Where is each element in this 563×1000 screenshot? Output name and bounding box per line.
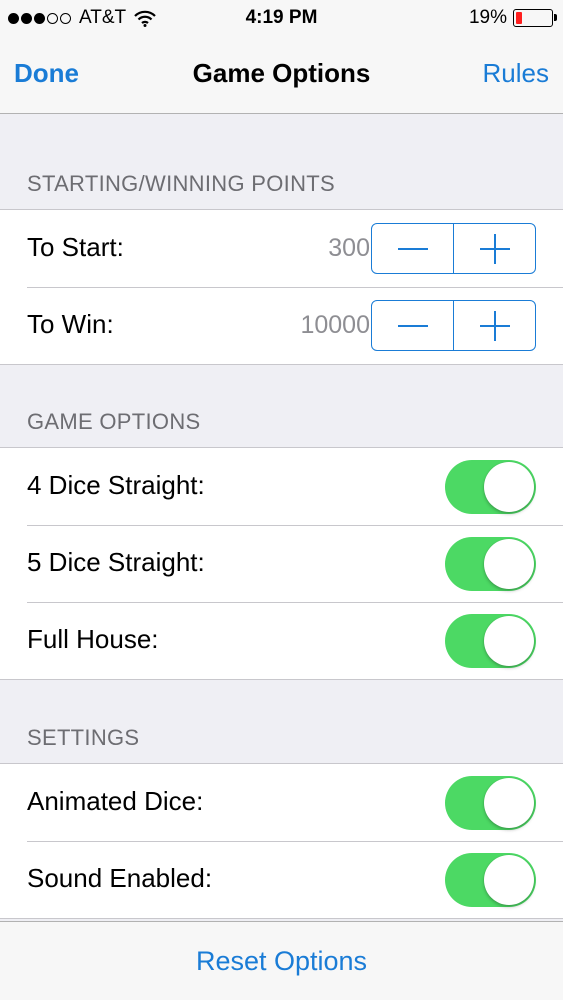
points-group: To Start: 300 To Win: 10000 bbox=[0, 209, 563, 365]
full-house-toggle[interactable] bbox=[445, 614, 536, 668]
four-dice-toggle[interactable] bbox=[445, 460, 536, 514]
four-dice-row: 4 Dice Straight: bbox=[0, 448, 563, 525]
sound-enabled-label: Sound Enabled: bbox=[27, 863, 213, 893]
navigation-bar: Done Game Options Rules bbox=[0, 38, 563, 114]
toggle-knob bbox=[484, 855, 534, 905]
section-header-points: STARTING/WINNING POINTS bbox=[27, 171, 335, 196]
five-dice-label: 5 Dice Straight: bbox=[27, 547, 205, 577]
animated-dice-row: Animated Dice: bbox=[0, 764, 563, 841]
game-options-group: 4 Dice Straight: 5 Dice Straight: Full H… bbox=[0, 447, 563, 680]
page-title: Game Options bbox=[192, 58, 371, 88]
rules-button[interactable]: Rules bbox=[483, 58, 549, 89]
to-win-stepper bbox=[371, 300, 536, 351]
five-dice-toggle[interactable] bbox=[445, 537, 536, 591]
five-dice-row: 5 Dice Straight: bbox=[0, 525, 563, 602]
bottom-toolbar: Reset Options bbox=[0, 921, 563, 1000]
to-win-increment-button[interactable] bbox=[453, 301, 535, 350]
toggle-knob bbox=[484, 539, 534, 589]
to-start-stepper bbox=[371, 223, 536, 274]
four-dice-label: 4 Dice Straight: bbox=[27, 470, 205, 500]
battery-icon bbox=[513, 9, 557, 27]
battery-percent: 19% bbox=[468, 7, 507, 28]
settings-group: Animated Dice: Sound Enabled: bbox=[0, 763, 563, 919]
plus-icon-vertical bbox=[493, 233, 496, 264]
toggle-knob bbox=[484, 616, 534, 666]
to-start-increment-button[interactable] bbox=[453, 224, 535, 273]
status-right: 19% bbox=[468, 7, 557, 29]
to-win-value: 10000 bbox=[300, 311, 370, 339]
full-house-label: Full House: bbox=[27, 624, 159, 654]
section-header-settings: SETTINGS bbox=[27, 725, 140, 750]
full-house-row: Full House: bbox=[0, 602, 563, 679]
battery-nub bbox=[554, 14, 557, 21]
minus-icon bbox=[397, 247, 428, 250]
to-win-decrement-button[interactable] bbox=[372, 301, 453, 350]
battery-fill bbox=[516, 12, 523, 24]
sound-enabled-row: Sound Enabled: bbox=[0, 841, 563, 918]
to-start-row: To Start: 300 bbox=[0, 210, 563, 287]
animated-dice-label: Animated Dice: bbox=[27, 786, 204, 816]
to-win-row: To Win: 10000 bbox=[0, 287, 563, 364]
toggle-knob bbox=[484, 778, 534, 828]
animated-dice-toggle[interactable] bbox=[445, 776, 536, 830]
minus-icon bbox=[397, 324, 428, 327]
to-start-decrement-button[interactable] bbox=[372, 224, 453, 273]
toggle-knob bbox=[484, 462, 534, 512]
to-start-value: 300 bbox=[328, 234, 370, 262]
plus-icon-vertical bbox=[493, 310, 496, 341]
status-bar: AT&T 4:19 PM 19% bbox=[0, 0, 563, 38]
sound-enabled-toggle[interactable] bbox=[445, 853, 536, 907]
reset-options-button[interactable]: Reset Options bbox=[0, 946, 563, 977]
to-start-label: To Start: bbox=[27, 232, 124, 262]
section-header-game-options: GAME OPTIONS bbox=[27, 409, 201, 434]
to-win-label: To Win: bbox=[27, 309, 114, 339]
